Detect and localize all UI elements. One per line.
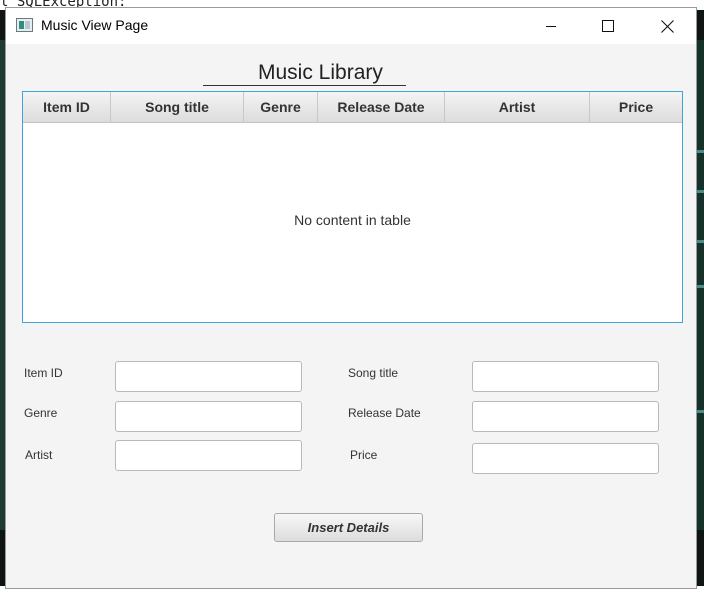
column-header-release-date[interactable]: Release Date: [318, 92, 445, 122]
app-window-icon: [16, 18, 33, 32]
genre-label: Genre: [24, 406, 58, 420]
artist-field[interactable]: [115, 440, 302, 471]
release-date-label: Release Date: [348, 406, 421, 420]
maximize-icon: [602, 20, 614, 32]
table-empty-message: No content in table: [294, 212, 411, 228]
window-title: Music View Page: [41, 17, 149, 33]
price-field[interactable]: [472, 443, 659, 474]
song-title-field[interactable]: [472, 361, 659, 392]
song-title-label: Song title: [348, 366, 399, 380]
genre-field[interactable]: [115, 401, 302, 432]
column-header-price[interactable]: Price: [590, 92, 682, 122]
price-label: Price: [350, 448, 378, 462]
release-date-field[interactable]: [472, 401, 659, 432]
music-view-window: Music View Page Music Library Item ID So…: [5, 7, 697, 589]
title-bar[interactable]: Music View Page: [6, 8, 696, 44]
column-header-item-id[interactable]: Item ID: [23, 92, 111, 122]
title-underline: [203, 85, 406, 86]
item-id-field[interactable]: [115, 361, 302, 392]
column-header-artist[interactable]: Artist: [445, 92, 590, 122]
music-table[interactable]: Item ID Song title Genre Release Date Ar…: [22, 91, 683, 323]
artist-label: Artist: [25, 448, 53, 462]
column-header-song-title[interactable]: Song title: [111, 92, 244, 122]
close-button[interactable]: [644, 8, 690, 44]
background-right-strip: [697, 40, 704, 530]
insert-details-button[interactable]: Insert Details: [274, 513, 423, 542]
minimize-icon: [546, 26, 556, 27]
item-id-label: Item ID: [24, 366, 63, 380]
close-icon: [660, 19, 674, 33]
table-header: Item ID Song title Genre Release Date Ar…: [23, 92, 682, 123]
maximize-button[interactable]: [585, 8, 631, 44]
minimize-button[interactable]: [528, 8, 574, 44]
page-title: Music Library: [258, 61, 383, 84]
column-header-genre[interactable]: Genre: [244, 92, 318, 122]
